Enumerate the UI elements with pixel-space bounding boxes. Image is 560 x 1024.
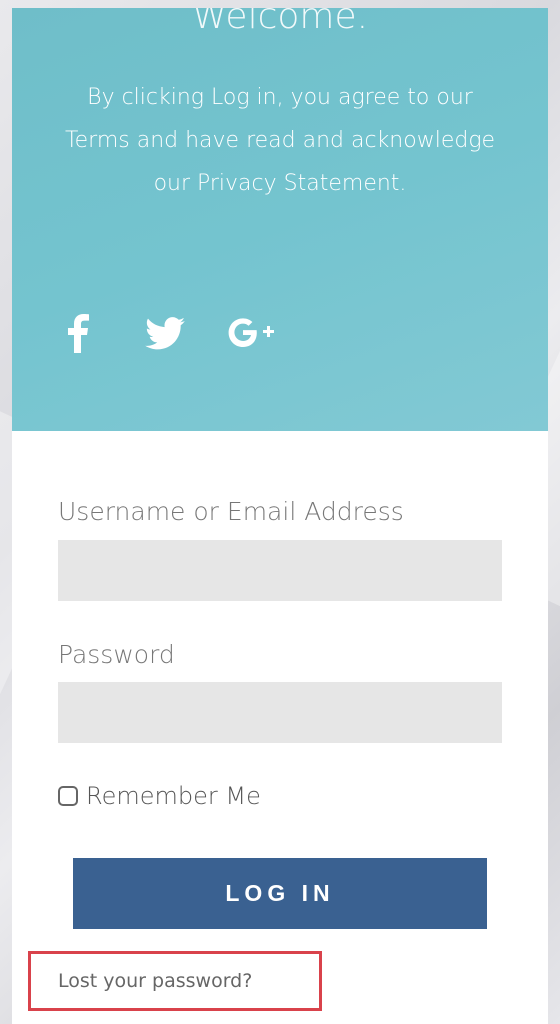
lost-password-link[interactable]: Lost your password? — [58, 970, 252, 992]
login-button[interactable]: LOG IN — [73, 858, 487, 929]
username-input[interactable] — [58, 540, 502, 601]
remember-me[interactable]: Remember Me — [58, 782, 261, 810]
welcome-title: Welcome. — [191, 8, 369, 37]
facebook-icon[interactable] — [62, 308, 92, 358]
welcome-header: Welcome. By clicking Log in, you agree t… — [12, 8, 548, 431]
password-input[interactable] — [58, 682, 502, 743]
login-card: Welcome. By clicking Log in, you agree t… — [12, 8, 548, 1024]
remember-me-checkbox[interactable] — [58, 786, 78, 806]
twitter-icon[interactable] — [142, 308, 188, 358]
google-plus-icon[interactable] — [226, 308, 278, 358]
agreement-text: By clicking Log in, you agree to our Ter… — [64, 85, 496, 196]
remember-me-label: Remember Me — [86, 782, 261, 810]
password-label: Password — [58, 640, 175, 669]
username-label: Username or Email Address — [58, 497, 404, 526]
